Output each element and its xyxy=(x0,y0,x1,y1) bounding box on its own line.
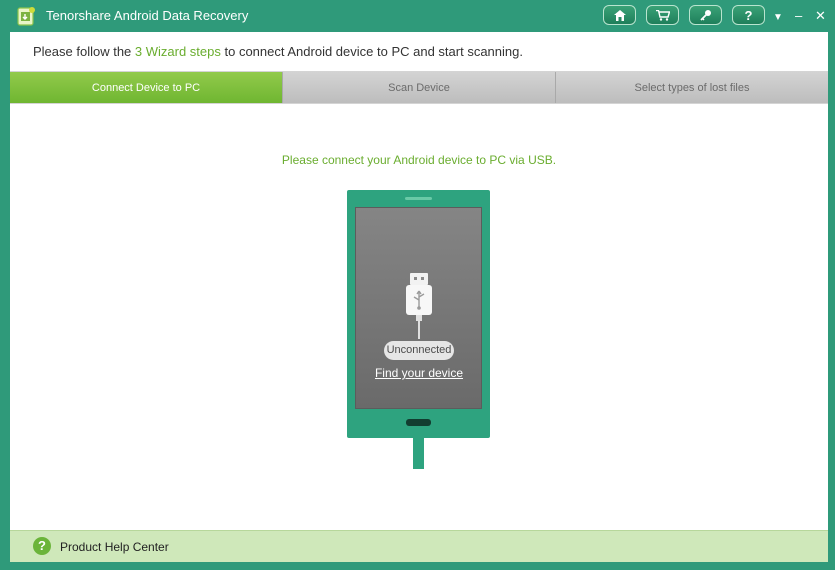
wizard-steps-bar: Connect Device to PC Scan Device Select … xyxy=(10,71,828,104)
footer-bar: ? Product Help Center xyxy=(10,530,828,562)
connect-prompt: Please connect your Android device to PC… xyxy=(281,153,557,167)
phone-speaker xyxy=(405,197,432,200)
connection-status-badge: Unconnected xyxy=(384,341,454,360)
instruction-suffix: to connect Android device to PC and star… xyxy=(220,44,523,59)
app-title: Tenorshare Android Data Recovery xyxy=(46,8,249,23)
usb-icon xyxy=(406,273,432,339)
app-logo-icon xyxy=(17,7,35,26)
home-button[interactable] xyxy=(603,5,636,25)
main-panel: Please follow the 3 Wizard steps to conn… xyxy=(10,32,828,562)
cart-icon xyxy=(655,9,670,21)
wizard-steps-highlight: 3 Wizard steps xyxy=(134,44,221,59)
help-circle-icon[interactable]: ? xyxy=(33,537,51,555)
phone-home-button xyxy=(406,419,431,426)
close-button[interactable]: ✕ xyxy=(815,8,826,24)
help-button[interactable]: ? xyxy=(732,5,765,25)
key-icon xyxy=(699,10,711,21)
product-help-center-link[interactable]: Product Help Center xyxy=(60,540,169,554)
instruction-prefix: Please follow the xyxy=(33,44,135,59)
menu-dropdown-icon[interactable]: ▼ xyxy=(773,10,783,26)
help-icon: ? xyxy=(744,7,753,23)
register-button[interactable] xyxy=(689,5,722,25)
usb-cable xyxy=(413,438,424,469)
home-icon xyxy=(613,9,626,21)
minimize-button[interactable]: – xyxy=(795,8,802,24)
step-scan-device[interactable]: Scan Device xyxy=(282,72,555,103)
phone-screen: Unconnected Find your device xyxy=(355,207,482,409)
title-bar: Tenorshare Android Data Recovery ? ▼ – ✕ xyxy=(0,0,835,32)
find-your-device-link[interactable]: Find your device xyxy=(356,366,482,380)
instruction-text: Please follow the 3 Wizard steps to conn… xyxy=(33,44,523,59)
step-select-file-types[interactable]: Select types of lost files xyxy=(555,72,828,103)
phone-illustration: Unconnected Find your device xyxy=(347,190,490,438)
store-button[interactable] xyxy=(646,5,679,25)
step-connect-device[interactable]: Connect Device to PC xyxy=(10,72,282,103)
